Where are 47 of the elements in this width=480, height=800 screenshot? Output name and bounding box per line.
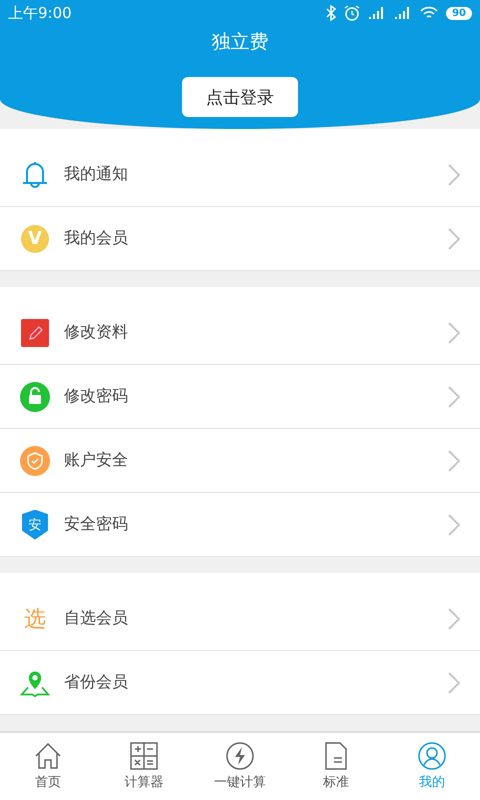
menu-label: 安全密码 — [64, 514, 129, 536]
menu-row[interactable]: 我的通知 — [0, 143, 480, 208]
page-title: 独立费 — [212, 30, 268, 55]
chevron-icon — [448, 322, 460, 344]
alarm-icon — [344, 5, 360, 21]
chevron-icon — [448, 450, 460, 472]
select-glyph-icon: 选 — [24, 604, 46, 634]
nav-tab[interactable]: 首页 — [0, 733, 96, 800]
menu-row[interactable]: V 我的会员 — [0, 207, 480, 272]
menu-row[interactable]: 选 自选会员 — [0, 587, 480, 652]
nav-tab[interactable]: 计算器 — [96, 733, 192, 800]
menu-row[interactable]: 安 安全密码 — [0, 493, 480, 558]
lightning-icon — [225, 741, 255, 772]
menu-label: 我的会员 — [64, 228, 129, 250]
bell-icon — [21, 160, 49, 190]
chevron-icon — [448, 386, 460, 408]
menu-label: 修改资料 — [64, 322, 129, 344]
user-icon — [417, 741, 447, 772]
menu-label: 修改密码 — [64, 386, 129, 408]
menu-row[interactable]: 修改密码 — [0, 365, 480, 430]
chevron-icon — [448, 608, 460, 630]
menu-label: 我的通知 — [64, 164, 129, 186]
menu-label: 自选会员 — [64, 608, 129, 630]
bluetooth-icon — [326, 5, 336, 21]
shield-badge-icon: 安 — [22, 510, 48, 540]
status-time: 上午9:00 — [8, 4, 72, 22]
nav-tab[interactable]: 标准 — [288, 733, 384, 800]
menu-row[interactable]: 省份会员 — [0, 651, 480, 716]
calculator-icon — [129, 741, 159, 772]
menu-row[interactable]: 修改资料 — [0, 301, 480, 366]
menu-label: 账户安全 — [64, 450, 129, 472]
lock-icon — [20, 382, 50, 412]
battery-level: 90 — [446, 6, 472, 20]
shield-icon — [20, 446, 50, 476]
login-button[interactable]: 点击登录 — [182, 77, 298, 117]
document-icon — [323, 741, 349, 772]
chevron-icon — [448, 228, 460, 250]
chevron-icon — [448, 672, 460, 694]
menu-label: 省份会员 — [64, 672, 129, 694]
chevron-icon — [448, 514, 460, 536]
menu-row[interactable]: 账户安全 — [0, 429, 480, 494]
wifi-icon — [420, 6, 438, 20]
home-icon — [33, 741, 63, 772]
vip-icon: V — [21, 224, 49, 253]
chevron-icon — [448, 164, 460, 186]
pencil-icon — [21, 318, 49, 347]
nav-tab[interactable]: 一键计算 — [192, 733, 288, 800]
